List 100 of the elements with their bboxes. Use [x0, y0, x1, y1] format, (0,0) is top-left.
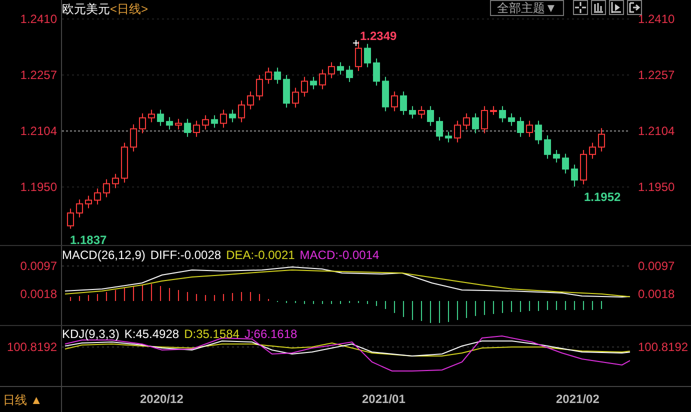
price-axis-label: 1.2257	[638, 68, 675, 82]
date-axis-label: 2021/01	[362, 392, 406, 406]
candlestick	[445, 131, 452, 143]
date-axis-label: 2021/02	[556, 392, 600, 406]
macd-legend-text: MACD(26,12,9)	[62, 248, 146, 262]
candlestick	[481, 106, 488, 134]
candlestick	[535, 120, 542, 145]
macd-legend-text: DIFF:-0.0028	[150, 248, 222, 262]
candlestick	[499, 106, 506, 123]
exit-icon	[628, 2, 640, 13]
candlestick	[562, 153, 569, 174]
candlestick	[571, 164, 578, 188]
candlestick	[472, 112, 479, 134]
crosshair-button[interactable]	[572, 0, 588, 15]
exit-button[interactable]	[626, 0, 642, 15]
price-axis-label: 1.1950	[638, 180, 675, 194]
candlestick	[589, 142, 596, 160]
candlestick	[526, 120, 533, 138]
candlestick	[310, 76, 317, 90]
candlestick	[463, 112, 470, 130]
date-axis-label: 2020/12	[140, 392, 184, 406]
candlestick	[283, 74, 290, 108]
kdj-axis-label: 100.8192	[6, 340, 57, 354]
candlestick	[436, 116, 443, 141]
candlestick	[382, 76, 389, 112]
macd-axis-label: 0.0018	[20, 287, 57, 301]
candlestick	[508, 112, 515, 126]
macd-axis-label: 0.0097	[638, 259, 675, 273]
candlestick	[202, 114, 209, 130]
price-axis-label: 1.1950	[20, 180, 57, 194]
candlestick	[157, 109, 164, 126]
candlestick	[517, 116, 524, 138]
kdj-axis-label: 100.8192	[638, 340, 688, 354]
candlestick	[544, 134, 551, 160]
candlestick	[355, 40, 362, 72]
candlestick	[598, 128, 605, 152]
kdj-legend-text: KDJ(9,3,3)	[62, 327, 120, 341]
bars-button[interactable]	[590, 0, 606, 15]
price-axis-label: 1.2410	[638, 12, 675, 26]
high-price-label: 1.2349	[360, 29, 397, 43]
candlestick	[274, 67, 281, 84]
candlestick	[130, 124, 137, 152]
candlestick	[166, 116, 173, 130]
candlestick	[85, 195, 92, 209]
candlestick	[67, 208, 74, 230]
bars-icon	[592, 2, 604, 13]
candlestick	[373, 58, 380, 86]
candlestick	[265, 67, 272, 84]
candlestick	[301, 76, 308, 98]
play-button[interactable]	[608, 0, 624, 15]
price-axis-label: 1.2104	[638, 124, 675, 138]
candlestick	[427, 106, 434, 126]
kdj-legend-text: J:66.1618	[244, 327, 298, 341]
kdj-legend-text: D:35.1584	[184, 327, 240, 341]
macd-legend-text: DEA:-0.0021	[226, 248, 295, 262]
candlestick	[148, 109, 155, 123]
candlestick	[580, 150, 587, 185]
candlestick	[400, 90, 407, 116]
low-price-label: 1.1837	[70, 233, 107, 245]
candlestick	[391, 90, 398, 112]
candlestick	[76, 198, 83, 218]
candlestick	[121, 142, 128, 184]
crosshair-icon	[574, 2, 586, 13]
macd-legend-text: MACD:-0.0014	[300, 248, 380, 262]
candlestick	[454, 120, 461, 143]
period-label: <日线>	[110, 1, 148, 17]
candlestick	[184, 118, 191, 138]
candlestick	[553, 150, 560, 163]
macd-axis-label: 0.0018	[638, 287, 675, 301]
candlestick	[364, 43, 371, 68]
candlestick	[94, 188, 101, 206]
kdj-legend-text: K:45.4928	[124, 327, 180, 341]
low-price-label: 1.1952	[584, 190, 621, 204]
candlestick	[229, 109, 236, 123]
price-axis-label: 1.2257	[20, 68, 57, 82]
candlestick	[103, 178, 110, 198]
candlestick	[418, 106, 425, 120]
candlestick	[247, 90, 254, 110]
instrument-title: 欧元美元	[62, 1, 110, 17]
candlestick	[328, 62, 335, 79]
marker-icon	[352, 40, 360, 46]
candlestick	[256, 74, 263, 101]
candlestick	[409, 106, 416, 120]
price-axis-label: 1.2410	[20, 12, 57, 26]
period-button[interactable]: 日线 ▲	[0, 387, 62, 412]
candlestick	[238, 100, 245, 123]
candlestick	[220, 109, 227, 128]
candlestick	[112, 173, 119, 189]
candlestick	[193, 120, 200, 138]
price-axis-label: 1.2104	[20, 124, 57, 138]
candlestick	[139, 112, 146, 134]
candlestick	[346, 65, 353, 82]
macd-axis-label: 0.0097	[20, 259, 57, 273]
play-icon	[610, 2, 622, 13]
candlestick	[490, 106, 497, 116]
candlestick	[319, 69, 326, 90]
theme-dropdown[interactable]: 全部主题▼	[490, 0, 564, 16]
candlestick	[292, 87, 299, 108]
candlestick	[211, 114, 218, 128]
candlestick	[337, 62, 344, 76]
